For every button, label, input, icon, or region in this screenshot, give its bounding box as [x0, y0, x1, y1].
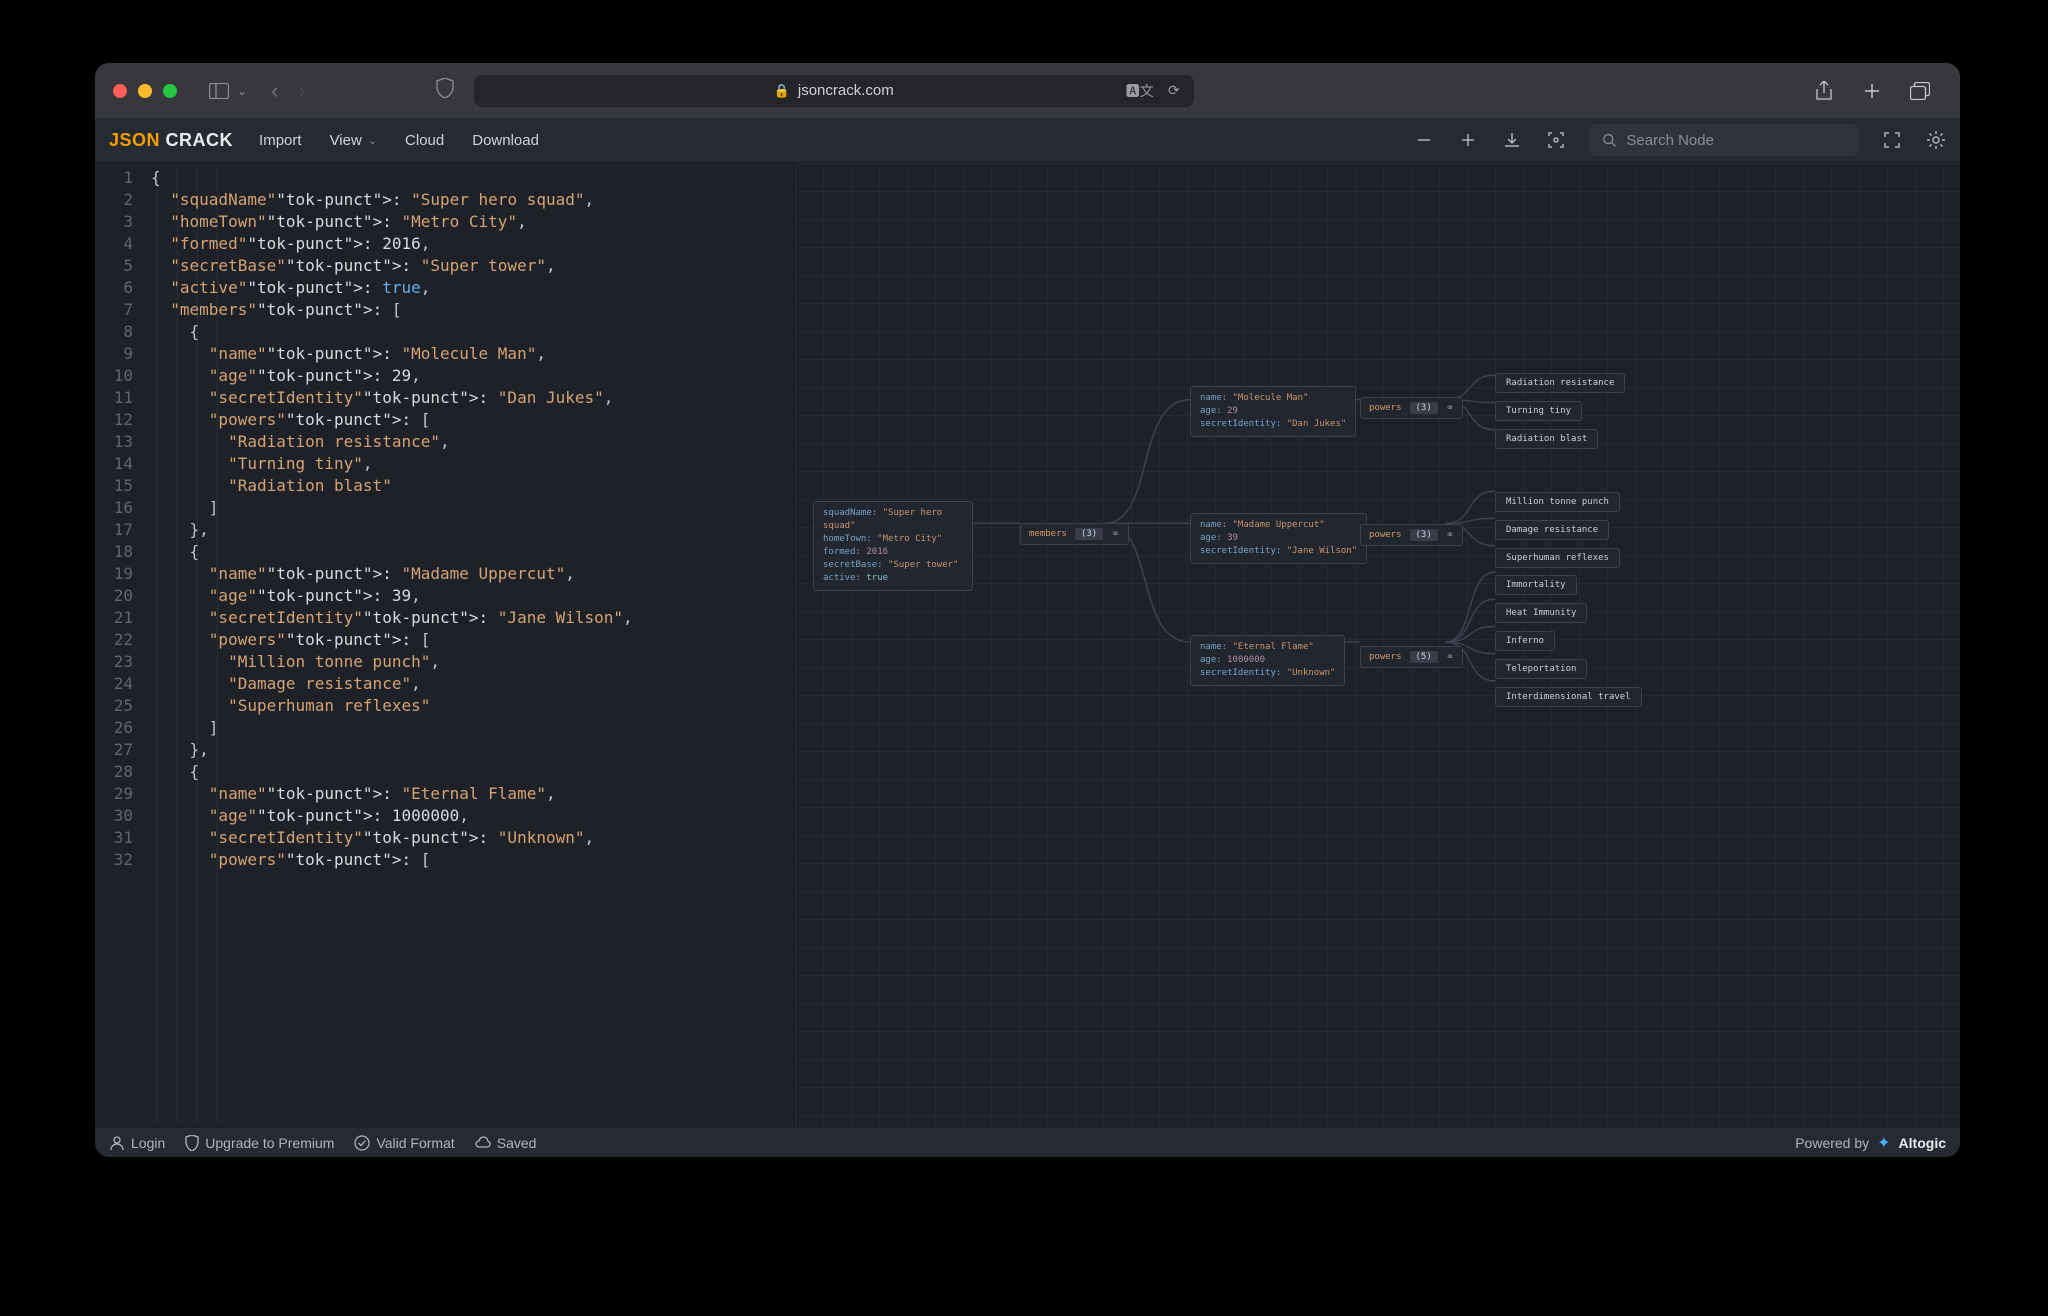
graph-member1-node[interactable]: name: "Molecule Man" age: 29 secretIdent…	[1190, 386, 1356, 437]
download-icon[interactable]	[1502, 130, 1522, 150]
zoom-in-button[interactable]	[1458, 130, 1478, 150]
user-icon	[109, 1135, 125, 1151]
close-window-button[interactable]	[113, 84, 127, 98]
app-content: JSON CRACK Import View⌄ Cloud Download	[95, 118, 1960, 1157]
line-gutter: 1234567891011121314151617181920212223242…	[95, 163, 143, 1127]
forward-button[interactable]: ›	[298, 78, 305, 104]
graph-member2-node[interactable]: name: "Madame Uppercut" age: 39 secretId…	[1190, 513, 1367, 564]
status-bar: Login Upgrade to Premium Valid Format Sa…	[95, 1127, 1960, 1157]
link-icon: ⚭	[1446, 403, 1454, 414]
altogic-link[interactable]: Altogic	[1899, 1135, 1946, 1151]
check-circle-icon	[354, 1135, 370, 1151]
search-box[interactable]	[1590, 124, 1858, 156]
sidebar-toggle-icon[interactable]	[207, 81, 231, 100]
graph-leaf[interactable]: Radiation resistance	[1495, 373, 1625, 393]
traffic-lights	[113, 84, 177, 98]
graph-leaf[interactable]: Superhuman reflexes	[1495, 548, 1620, 568]
graph-leaf[interactable]: Radiation blast	[1495, 429, 1598, 449]
valid-format-indicator: Valid Format	[354, 1135, 454, 1151]
saved-indicator: Saved	[475, 1135, 537, 1151]
browser-titlebar: ⌄ ‹ › 🔒 jsoncrack.com 🅰文 ⟳	[95, 63, 1960, 118]
url-bar[interactable]: 🔒 jsoncrack.com 🅰文 ⟳	[474, 75, 1194, 107]
app-toolbar: JSON CRACK Import View⌄ Cloud Download	[95, 118, 1960, 163]
translate-icon[interactable]: 🅰文	[1126, 81, 1154, 101]
graph-powers3-node[interactable]: powers (5) ⚭	[1360, 646, 1463, 668]
menu-download[interactable]: Download	[472, 132, 539, 149]
graph-powers1-node[interactable]: powers (3) ⚭	[1360, 397, 1463, 419]
graph-leaf[interactable]: Teleportation	[1495, 659, 1587, 679]
privacy-shield-icon[interactable]	[436, 78, 454, 103]
brand-logo[interactable]: JSON CRACK	[109, 130, 233, 151]
tabs-icon[interactable]	[1910, 81, 1930, 101]
upgrade-button[interactable]: Upgrade to Premium	[185, 1135, 334, 1151]
graph-leaf[interactable]: Million tonne punch	[1495, 492, 1620, 512]
search-input[interactable]	[1626, 132, 1846, 149]
graph-leaf[interactable]: Turning tiny	[1495, 401, 1582, 421]
graph-leaf[interactable]: Heat Immunity	[1495, 603, 1587, 623]
link-icon: ⚭	[1446, 530, 1454, 541]
graph-leaf[interactable]: Inferno	[1495, 631, 1555, 651]
settings-icon[interactable]	[1926, 130, 1946, 150]
powered-by-text: Powered by	[1795, 1135, 1869, 1151]
zoom-out-button[interactable]	[1414, 130, 1434, 150]
url-text: jsoncrack.com	[798, 82, 894, 99]
lock-icon: 🔒	[774, 83, 790, 99]
center-icon[interactable]	[1546, 130, 1566, 150]
link-icon: ⚭	[1111, 529, 1119, 540]
main-area: 1234567891011121314151617181920212223242…	[95, 163, 1960, 1127]
share-icon[interactable]	[1814, 81, 1834, 101]
menu-import[interactable]: Import	[259, 132, 302, 149]
search-icon	[1602, 132, 1616, 148]
graph-member3-node[interactable]: name: "Eternal Flame" age: 1000000 secre…	[1190, 635, 1345, 686]
main-menu: Import View⌄ Cloud Download	[259, 132, 539, 149]
fullscreen-icon[interactable]	[1882, 130, 1902, 150]
graph-leaf[interactable]: Damage resistance	[1495, 520, 1609, 540]
link-icon: ⚭	[1446, 652, 1454, 663]
code-content[interactable]: { "squadName""tok-punct">: "Super hero s…	[143, 163, 794, 1127]
graph-members-node[interactable]: members (3) ⚭	[1020, 523, 1129, 545]
login-button[interactable]: Login	[109, 1135, 165, 1151]
shield-icon	[185, 1135, 199, 1151]
back-button[interactable]: ‹	[271, 78, 278, 104]
new-tab-icon[interactable]	[1862, 81, 1882, 101]
graph-canvas[interactable]: squadName: "Super hero squad" homeTown: …	[795, 163, 1960, 1127]
minimize-window-button[interactable]	[138, 84, 152, 98]
graph-leaf[interactable]: Interdimensional travel	[1495, 687, 1642, 707]
altogic-icon: ✦	[1877, 1133, 1890, 1153]
sidebar-dropdown-icon[interactable]: ⌄	[237, 84, 247, 98]
maximize-window-button[interactable]	[163, 84, 177, 98]
graph-root-node[interactable]: squadName: "Super hero squad" homeTown: …	[813, 501, 973, 591]
menu-view[interactable]: View⌄	[330, 132, 377, 149]
code-editor[interactable]: 1234567891011121314151617181920212223242…	[95, 163, 795, 1127]
menu-cloud[interactable]: Cloud	[405, 132, 444, 149]
reload-icon[interactable]: ⟳	[1168, 82, 1180, 99]
graph-leaf[interactable]: Immortality	[1495, 575, 1577, 595]
browser-window: ⌄ ‹ › 🔒 jsoncrack.com 🅰文 ⟳ JSON CRACK Im…	[95, 63, 1960, 1157]
graph-powers2-node[interactable]: powers (3) ⚭	[1360, 524, 1463, 546]
cloud-icon	[475, 1135, 491, 1151]
chevron-down-icon: ⌄	[368, 134, 377, 147]
